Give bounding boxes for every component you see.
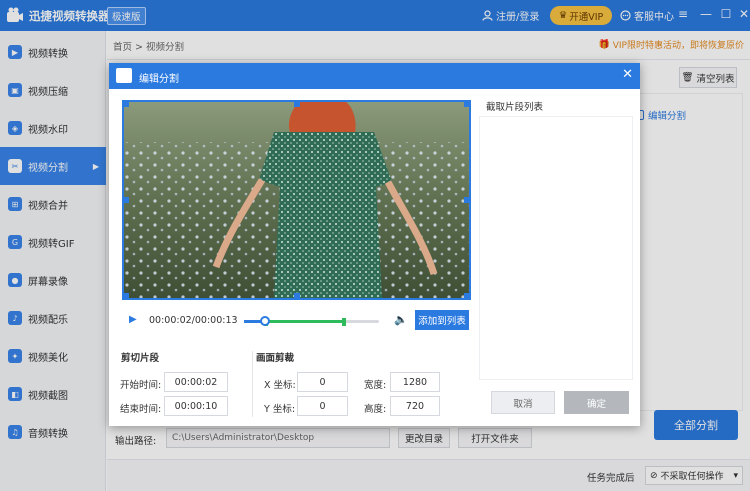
playhead-thumb[interactable] <box>260 316 270 326</box>
x-coord-input[interactable]: 0 <box>297 372 348 392</box>
crop-handle-left[interactable] <box>124 197 129 203</box>
end-time-label: 结束时间: <box>120 404 162 415</box>
video-frame-image <box>124 102 469 298</box>
y-coord-input[interactable]: 0 <box>297 396 348 416</box>
start-time-input[interactable]: 00:00:02 <box>164 372 228 392</box>
add-to-list-button[interactable]: 添加到列表 <box>415 310 469 330</box>
crop-handle-br[interactable] <box>464 293 469 298</box>
confirm-button[interactable]: 确定 <box>564 391 629 414</box>
section-divider <box>252 351 253 417</box>
crop-handle-tl[interactable] <box>124 102 129 107</box>
start-time-label: 开始时间: <box>120 380 162 391</box>
clip-list-title: 截取片段列表 <box>486 102 544 113</box>
crop-handle-right[interactable] <box>464 197 469 203</box>
timeline-selected-range <box>266 320 344 323</box>
dialog-close-icon[interactable]: ✕ <box>622 67 633 82</box>
video-edit-icon <box>116 68 132 83</box>
width-input[interactable]: 1280 <box>390 372 440 392</box>
cut-section-title: 剪切片段 <box>121 353 160 364</box>
width-label: 宽度: <box>364 380 387 391</box>
crop-handle-tr[interactable] <box>464 102 469 107</box>
dialog-title: 编辑分割 <box>139 74 179 85</box>
timecode: 00:00:02/00:00:13 <box>149 315 238 326</box>
crop-section-title: 画面剪裁 <box>256 353 295 364</box>
edit-split-dialog: 编辑分割 ✕ ▶ 00:00:02/00:00:13 🔈 添加到列表 剪切片段 … <box>109 63 640 426</box>
height-input[interactable]: 720 <box>390 396 440 416</box>
y-coord-label: Y 坐标: <box>264 404 296 415</box>
x-coord-label: X 坐标: <box>264 380 296 391</box>
play-icon[interactable]: ▶ <box>129 314 137 325</box>
height-label: 高度: <box>364 404 387 415</box>
cancel-button[interactable]: 取消 <box>491 391 555 414</box>
range-end-marker[interactable] <box>342 318 346 326</box>
clip-list-panel: 截取片段列表 <box>479 89 640 426</box>
crop-handle-bl[interactable] <box>124 293 129 298</box>
video-preview[interactable] <box>122 100 471 300</box>
volume-icon[interactable]: 🔈 <box>394 313 408 326</box>
dialog-header: 编辑分割 ✕ <box>109 63 640 89</box>
clip-list[interactable] <box>479 116 633 380</box>
crop-handle-top[interactable] <box>294 102 300 107</box>
end-time-input[interactable]: 00:00:10 <box>164 396 228 416</box>
crop-handle-bottom[interactable] <box>294 293 300 298</box>
